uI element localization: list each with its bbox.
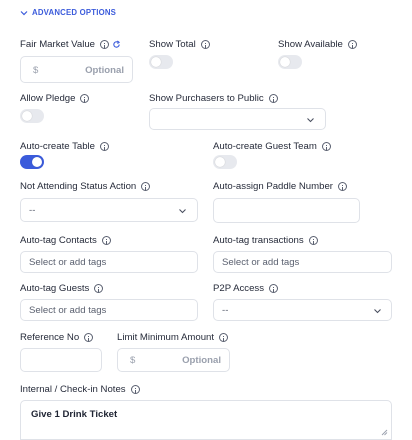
- allow-pledge-toggle[interactable]: [20, 109, 44, 123]
- info-icon[interactable]: [269, 284, 279, 293]
- auto-tag-transactions-label: Auto-tag transactions: [213, 235, 318, 246]
- auto-create-guest-team-label: Auto-create Guest Team: [213, 141, 331, 152]
- auto-assign-paddle-label: Auto-assign Paddle Number: [213, 181, 347, 192]
- chevron-down-icon: [374, 309, 381, 314]
- info-icon[interactable]: [101, 236, 111, 245]
- toggle-knob: [151, 57, 161, 67]
- info-icon[interactable]: [321, 142, 331, 151]
- toggle-knob: [22, 111, 32, 121]
- info-icon[interactable]: [219, 333, 229, 342]
- info-icon[interactable]: [100, 142, 110, 151]
- reference-no-input[interactable]: [20, 348, 102, 372]
- internal-notes-label: Internal / Check-in Notes: [20, 384, 140, 395]
- info-icon[interactable]: [141, 182, 151, 191]
- info-icon[interactable]: [268, 94, 278, 103]
- auto-tag-guests-placeholder: Select or add tags: [29, 305, 107, 316]
- fair-market-value-label: Fair Market Value: [20, 39, 121, 50]
- info-icon[interactable]: [94, 284, 104, 293]
- info-icon[interactable]: [200, 40, 210, 49]
- auto-create-table-label: Auto-create Table: [20, 141, 110, 152]
- show-total-toggle[interactable]: [149, 55, 173, 69]
- limit-minimum-amount-placeholder: Optional: [182, 355, 221, 366]
- auto-tag-contacts-label: Auto-tag Contacts: [20, 235, 111, 246]
- show-available-toggle[interactable]: [278, 55, 302, 69]
- auto-create-table-toggle[interactable]: [20, 155, 44, 169]
- currency-prefix: $: [33, 65, 39, 76]
- not-attending-status-value: --: [29, 205, 36, 216]
- currency-prefix: $: [130, 355, 136, 366]
- show-purchasers-select[interactable]: [149, 108, 326, 130]
- p2p-access-label: P2P Access: [213, 283, 279, 294]
- toggle-knob: [32, 157, 42, 167]
- limit-minimum-amount-label: Limit Minimum Amount: [117, 332, 229, 343]
- auto-tag-transactions-placeholder: Select or add tags: [222, 257, 300, 268]
- show-total-label: Show Total: [149, 39, 210, 50]
- chevron-down-icon: [307, 118, 314, 123]
- info-icon[interactable]: [338, 182, 347, 191]
- auto-tag-guests-input[interactable]: Select or add tags: [20, 299, 198, 321]
- not-attending-status-label: Not Attending Status Action: [20, 181, 151, 192]
- auto-tag-contacts-input[interactable]: Select or add tags: [20, 251, 198, 273]
- not-attending-status-select[interactable]: --: [20, 198, 198, 222]
- fair-market-value-placeholder: Optional: [85, 65, 124, 76]
- allow-pledge-label: Allow Pledge: [20, 93, 90, 104]
- auto-create-guest-team-toggle[interactable]: [213, 155, 237, 169]
- toggle-knob: [215, 157, 225, 167]
- info-icon[interactable]: [100, 40, 109, 49]
- auto-tag-guests-label: Auto-tag Guests: [20, 283, 104, 294]
- info-icon[interactable]: [130, 385, 140, 394]
- show-available-label: Show Available: [278, 39, 357, 50]
- auto-tag-contacts-placeholder: Select or add tags: [29, 257, 107, 268]
- info-icon[interactable]: [308, 236, 318, 245]
- refresh-icon[interactable]: [112, 40, 121, 49]
- info-icon[interactable]: [84, 333, 94, 342]
- internal-notes-textarea[interactable]: Give 1 Drink Ticket: [20, 400, 392, 440]
- chevron-down-icon: [179, 209, 186, 214]
- resize-handle-icon[interactable]: [381, 429, 388, 436]
- advanced-options-title: ADVANCED OPTIONS: [32, 8, 117, 17]
- advanced-options-toggle[interactable]: ADVANCED OPTIONS: [20, 8, 116, 17]
- internal-notes-value: Give 1 Drink Ticket: [31, 409, 118, 420]
- toggle-knob: [280, 57, 290, 67]
- chevron-down-icon: [20, 10, 28, 15]
- p2p-access-value: --: [222, 305, 229, 316]
- fair-market-value-input[interactable]: $ Optional: [20, 56, 133, 83]
- p2p-access-select[interactable]: --: [213, 299, 392, 321]
- show-purchasers-label: Show Purchasers to Public: [149, 93, 278, 104]
- limit-minimum-amount-input[interactable]: $ Optional: [117, 348, 230, 372]
- auto-assign-paddle-input[interactable]: [213, 198, 360, 223]
- auto-tag-transactions-input[interactable]: Select or add tags: [213, 251, 392, 273]
- info-icon[interactable]: [347, 40, 357, 49]
- reference-no-label: Reference No: [20, 332, 94, 343]
- info-icon[interactable]: [80, 94, 90, 103]
